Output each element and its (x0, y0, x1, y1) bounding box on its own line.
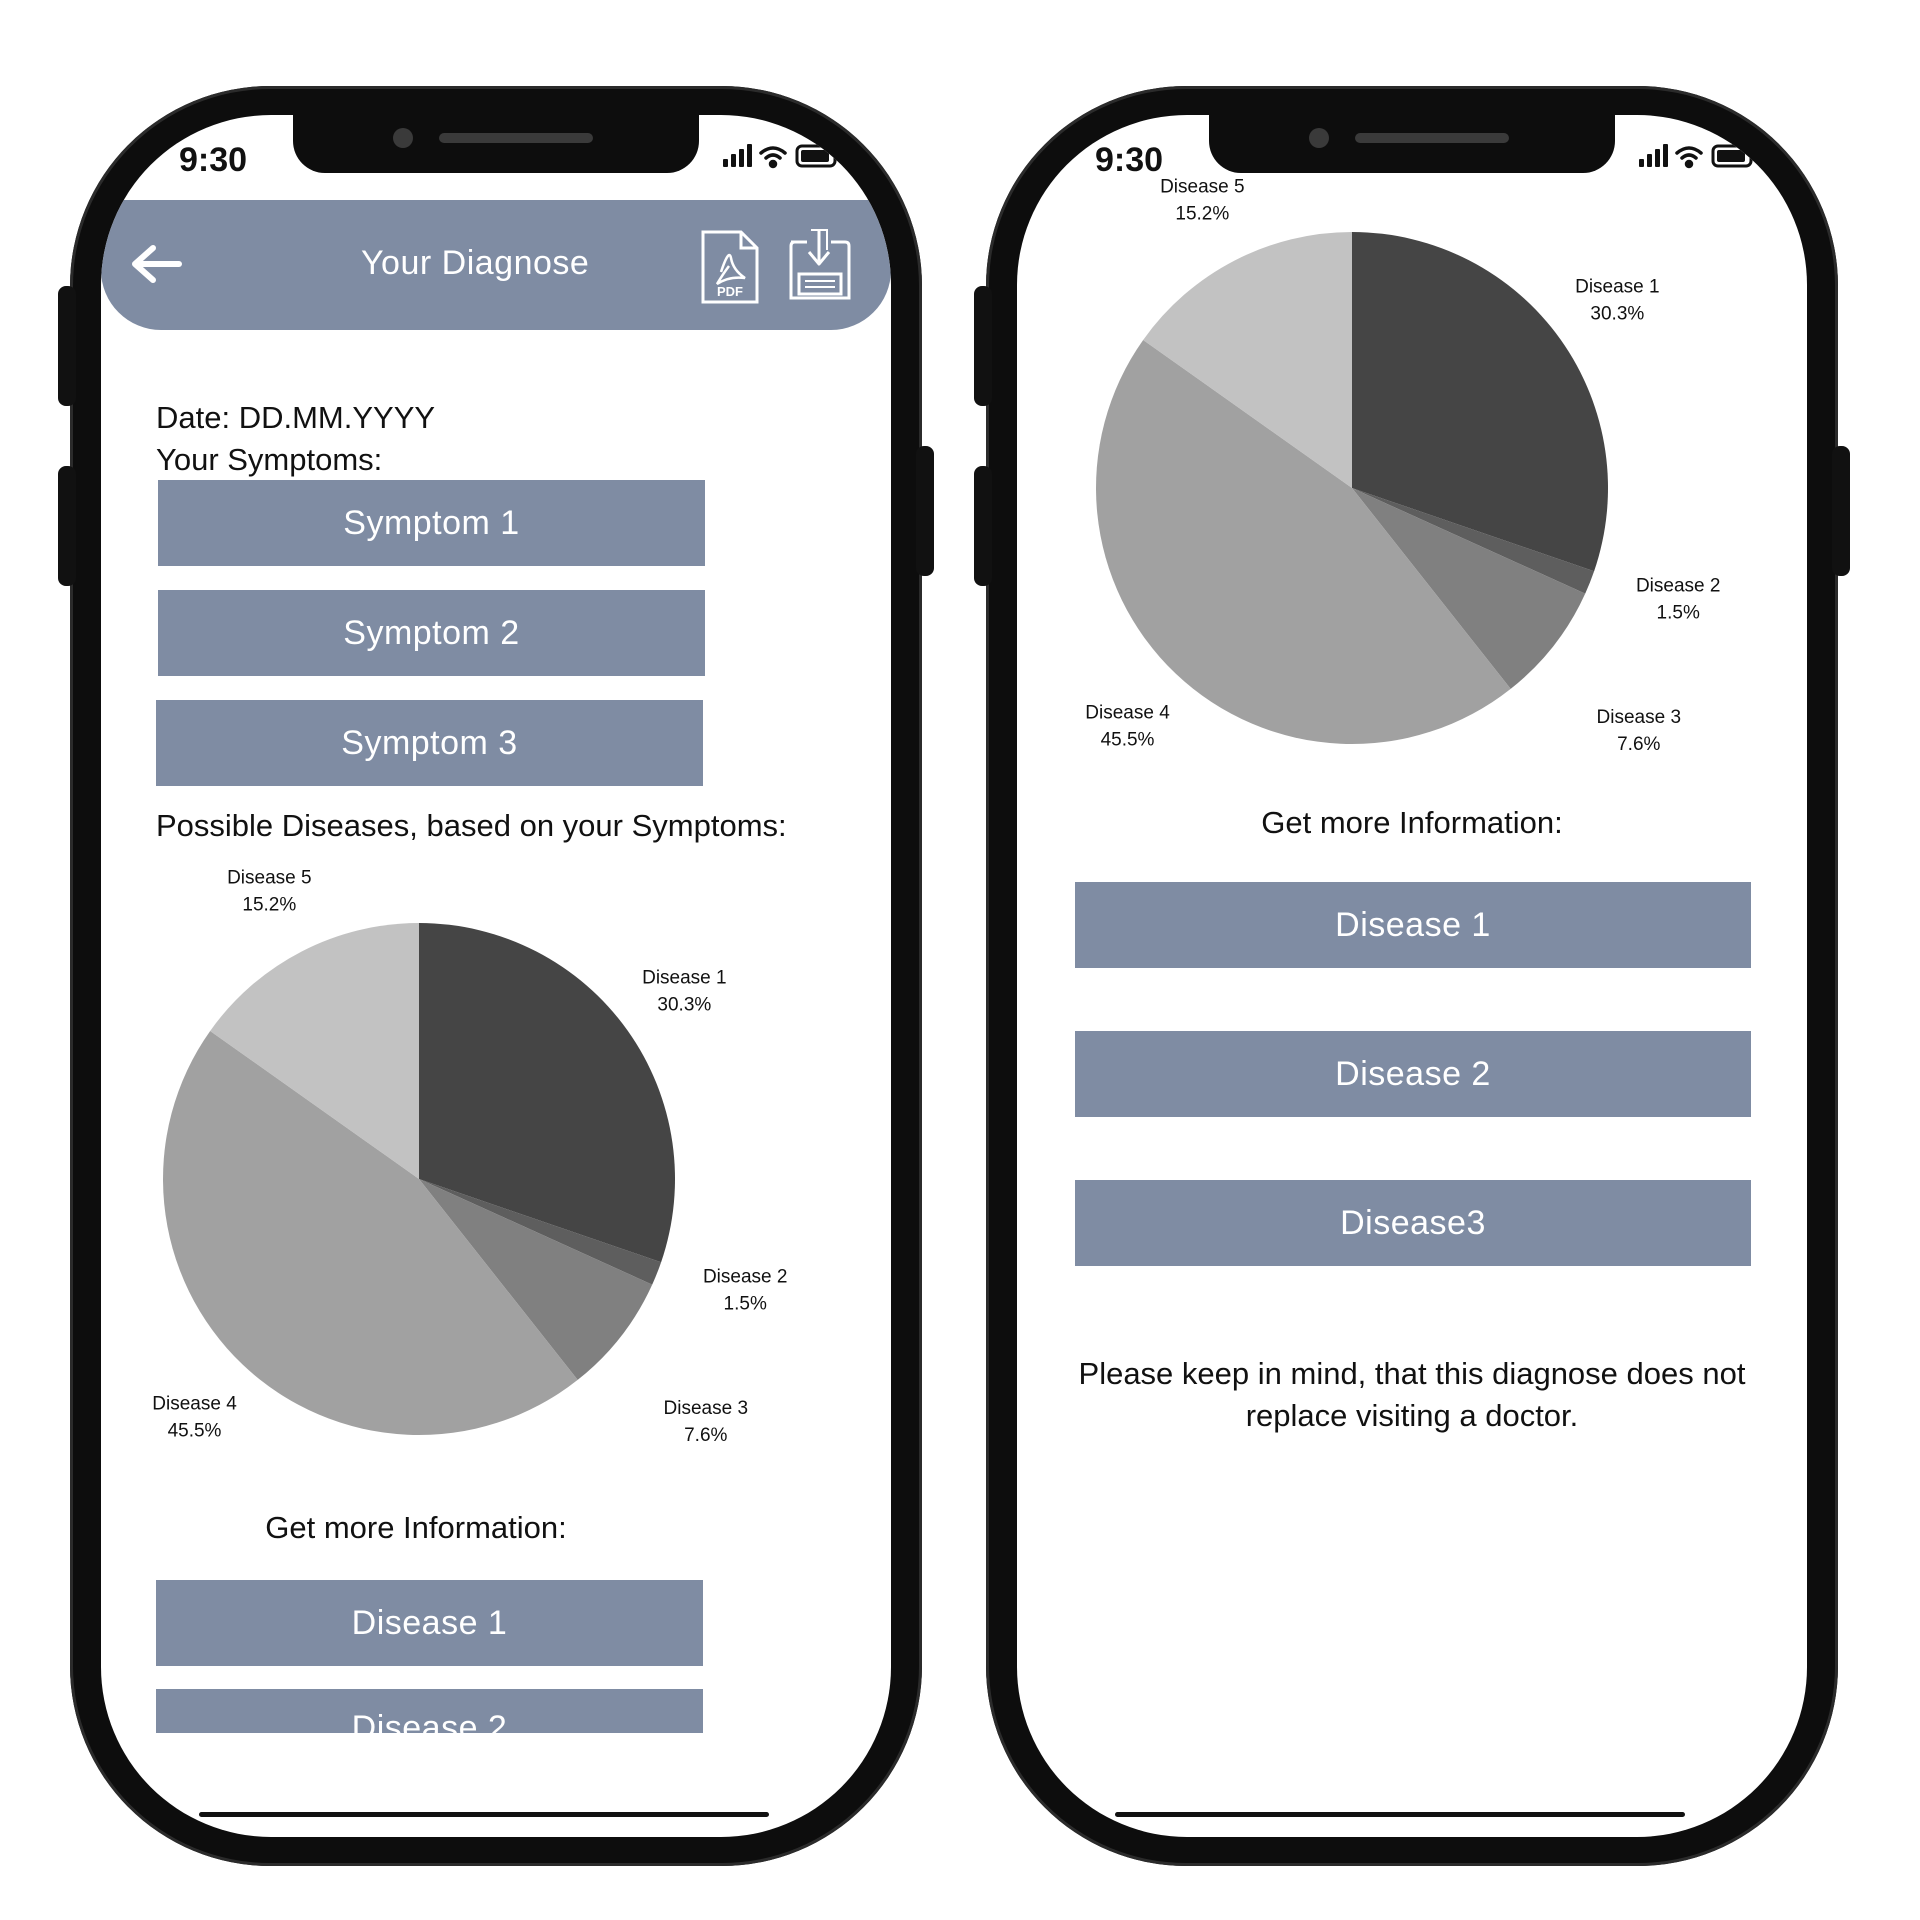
volume-down-button (58, 466, 76, 586)
power-button (1832, 446, 1850, 576)
wifi-icon (1675, 146, 1703, 169)
home-indicator (1115, 1812, 1685, 1817)
more-info-label: Get more Information: (1261, 805, 1563, 840)
phone-left: 9:30 Your Diagnose PDF Date: DD.MM.YYYY … (58, 86, 934, 1866)
disease-pie-chart: Disease 1 30.3% Disease 2 1.5% Disease 3 7.6%… (152, 867, 788, 1446)
pie-category-label: Disease 1 (1575, 277, 1660, 298)
signal-icon (1639, 144, 1668, 167)
disease-button-3[interactable]: Disease3 (1075, 1180, 1751, 1266)
volume-up-button (58, 286, 76, 406)
home-indicator (199, 1812, 769, 1817)
battery-icon (1711, 144, 1755, 168)
pie-category-label: Disease 2 (703, 1267, 788, 1288)
disease-button-1[interactable]: Disease 1 (1075, 882, 1751, 968)
disease-button-2[interactable]: Disease 2 (156, 1689, 703, 1733)
pie-category-label: Disease 5 (227, 867, 312, 888)
pie-value-label: 7.6% (1617, 734, 1660, 755)
disease-button-2[interactable]: Disease 2 (1075, 1031, 1751, 1117)
screen: 9:30 Your Diagnose PDF Date: DD.MM.YYYY … (101, 115, 891, 1837)
pie-value-label: 30.3% (1590, 304, 1644, 325)
notch (1209, 115, 1615, 173)
pie-label-2: Disease 2 1.5% (703, 1267, 788, 1315)
pie-value-label: 15.2% (242, 894, 296, 915)
pie-value-label: 30.3% (657, 995, 711, 1016)
pie-category-label: Disease 5 (1160, 176, 1245, 197)
disease-button-1[interactable]: Disease 1 (156, 1580, 703, 1666)
phone-right: 9:30 Disease 1 30.3% Disease 2 1.5% Disease … (974, 86, 1850, 1866)
pie-category-label: Disease 4 (1085, 702, 1170, 723)
pie-value-label: 45.5% (1101, 729, 1155, 750)
pie-category-label: Disease 3 (664, 1398, 749, 1419)
pie-label-5: Disease 5 15.2% (1160, 176, 1245, 224)
signal-icon (723, 144, 752, 167)
pie-value-label: 7.6% (684, 1425, 727, 1446)
volume-up-button (974, 286, 992, 406)
pie-category-label: Disease 4 (152, 1393, 237, 1414)
pie-category-label: Disease 3 (1597, 707, 1682, 728)
pie-value-label: 15.2% (1175, 203, 1229, 224)
status-icons (1639, 144, 1755, 169)
status-time: 9:30 (179, 141, 248, 179)
power-button (916, 446, 934, 576)
pie-label-1: Disease 1 30.3% (1575, 277, 1660, 325)
notch (293, 115, 699, 173)
pie-label-4: Disease 4 45.5% (1085, 702, 1170, 750)
status-icons (723, 144, 839, 169)
pie-label-3: Disease 3 7.6% (1597, 707, 1682, 755)
pie-category-label: Disease 2 (1636, 576, 1721, 597)
pie-label-1: Disease 1 30.3% (642, 968, 727, 1016)
status-time: 9:30 (1095, 141, 1164, 179)
disease-pie-chart: Disease 1 30.3% Disease 2 1.5% Disease 3 7.6%… (1085, 176, 1721, 755)
pie-label-5: Disease 5 15.2% (227, 867, 312, 915)
battery-icon (795, 144, 839, 168)
pie-value-label: 1.5% (724, 1294, 767, 1315)
pie-label-2: Disease 2 1.5% (1636, 576, 1721, 624)
screen: 9:30 Disease 1 30.3% Disease 2 1.5% Disease … (1017, 115, 1807, 1837)
wifi-icon (759, 146, 787, 169)
pie-category-label: Disease 1 (642, 968, 727, 989)
pie-value-label: 45.5% (168, 1420, 222, 1441)
more-info-label: Get more Information: (265, 1510, 567, 1545)
pie-label-3: Disease 3 7.6% (664, 1398, 749, 1446)
pie-value-label: 1.5% (1657, 603, 1700, 624)
pie-label-4: Disease 4 45.5% (152, 1393, 237, 1441)
volume-down-button (974, 466, 992, 586)
disclaimer-text: Please keep in mind, that this diagnose … (1078, 1356, 1746, 1433)
